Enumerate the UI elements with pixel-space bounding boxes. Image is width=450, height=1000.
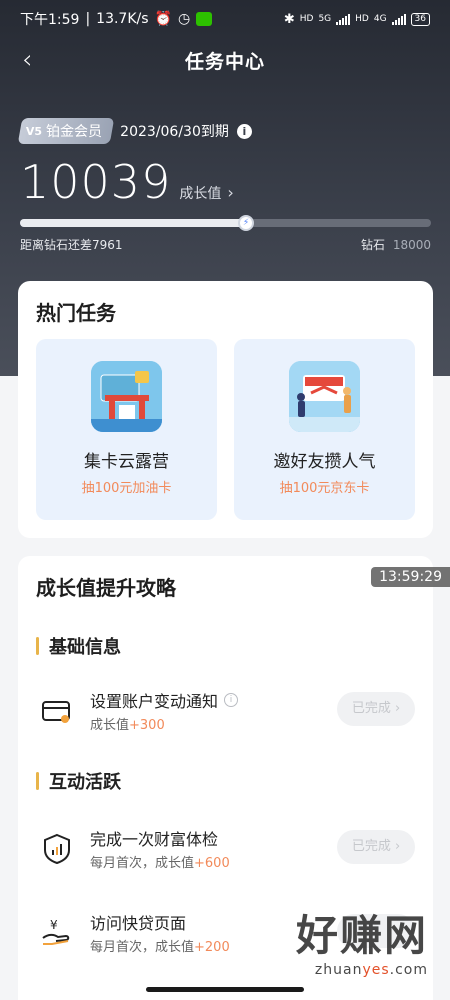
timestamp-overlay: 13:59:29 <box>371 567 450 587</box>
page-title: 任务中心 <box>184 51 265 73</box>
task-reward: 抽100元京东卡 <box>279 481 370 496</box>
signal-icon <box>336 13 351 25</box>
progress-fill <box>20 219 247 227</box>
task-desc: 每月首次，成长值+600 <box>90 852 230 871</box>
section-bar <box>36 772 39 790</box>
invite-illustration-icon <box>289 361 360 432</box>
task-name: 访问快贷页面 <box>90 914 187 933</box>
member-badge[interactable]: V5 铂金会员 <box>17 118 115 144</box>
shield-chart-icon <box>44 833 70 865</box>
task-name: 完成一次财富体检 <box>90 830 219 849</box>
points-value: 10039 <box>20 155 172 209</box>
task-points: +300 <box>129 718 165 733</box>
remaining-text: 距离钻石还差7961 <box>20 238 123 252</box>
status-bar: 下午1:59 | 13.7K/s ⏰ ◷ ✱ HD 5G HD 4G 36 <box>0 0 450 38</box>
task-points: +600 <box>194 856 230 871</box>
task-name: 集卡云露营 <box>84 452 169 472</box>
status-time: 下午1:59 <box>20 12 80 28</box>
task-desc: 每月首次，成长值+200 <box>90 936 230 955</box>
task-desc-prefix: 成长值 <box>90 718 130 733</box>
watermark-url: zhuanyes.com <box>314 962 428 978</box>
info-icon[interactable]: i <box>224 693 239 707</box>
hot-tasks-card: 热门任务 集卡云露营 抽100元加油卡 邀好友攒人气 抽100元京东卡 <box>18 281 433 538</box>
task-card-invite-friends[interactable]: 邀好友攒人气 抽100元京东卡 <box>234 339 415 520</box>
member-level: V5 <box>26 124 43 138</box>
task-desc-prefix: 每月首次，成长值 <box>90 940 195 955</box>
hd-label-1: HD <box>299 14 314 24</box>
member-expire-date: 2023/06/30到期 <box>120 124 229 140</box>
battery-icon: 36 <box>410 12 430 26</box>
task-card-camping[interactable]: 集卡云露营 抽100元加油卡 <box>36 339 217 520</box>
bluetooth-icon: ✱ <box>283 11 295 27</box>
task-name: 设置账户变动通知 <box>90 692 219 711</box>
alarm-off-icon: ⏰ <box>154 11 172 27</box>
network-5g: 5G <box>318 14 332 24</box>
task-row-account-notify[interactable]: 设置账户变动通知 i 成长值+300 已完成 › <box>18 682 433 742</box>
wechat-icon <box>196 12 213 26</box>
section-title: 基础信息 <box>49 637 121 658</box>
info-icon[interactable]: i <box>236 123 252 139</box>
points-label: 成长值 <box>179 186 222 202</box>
section-bar <box>36 637 39 655</box>
lightning-icon: ⚡ <box>238 215 255 231</box>
clock-icon: ◷ <box>177 11 191 27</box>
camping-card-illustration-icon <box>91 361 162 432</box>
task-desc: 成长值+300 <box>90 714 165 733</box>
task-reward: 抽100元加油卡 <box>81 481 172 496</box>
section-title: 互动活跃 <box>49 772 121 793</box>
target-level-value: 18000 <box>392 238 431 252</box>
growth-title: 成长值提升攻略 <box>36 576 176 600</box>
progress-labels: 距离钻石还差7961 钻石 18000 <box>20 236 431 253</box>
target-level-name: 钻石 <box>360 238 385 252</box>
chevron-right-icon: › <box>227 183 234 202</box>
watermark-text: 好赚网 <box>295 911 428 960</box>
membership-row: V5 铂金会员 2023/06/30到期 i <box>17 118 252 144</box>
task-row-wealth-check[interactable]: 完成一次财富体检 每月首次，成长值+600 已完成 › <box>18 820 433 880</box>
nav-bar: ‹ 任务中心 <box>0 38 450 82</box>
hd-label-2: HD <box>355 14 369 24</box>
completed-button[interactable]: 已完成 › <box>337 692 415 726</box>
hand-money-icon: ¥ <box>42 918 70 945</box>
growth-points[interactable]: 10039 成长值 › <box>20 155 234 209</box>
section-interaction: 互动活跃 <box>36 768 121 794</box>
task-points: +200 <box>194 940 230 955</box>
network-4g: 4G <box>373 14 387 24</box>
member-tier: 铂金会员 <box>46 124 103 140</box>
signal-icon-2 <box>391 13 406 25</box>
level-progress-bar: ⚡ <box>20 215 431 231</box>
hot-tasks-title: 热门任务 <box>36 301 116 325</box>
svg-text:¥: ¥ <box>50 918 58 932</box>
completed-button[interactable]: 已完成 › <box>337 830 415 864</box>
card-notification-icon <box>42 701 70 723</box>
site-watermark: 好赚网 zhuanyes.com <box>295 911 428 979</box>
task-desc-prefix: 每月首次，成长值 <box>90 856 195 871</box>
home-indicator[interactable] <box>146 987 304 992</box>
section-basic-info: 基础信息 <box>36 633 121 659</box>
network-speed: 13.7K/s <box>96 11 149 27</box>
task-name: 邀好友攒人气 <box>273 452 376 472</box>
